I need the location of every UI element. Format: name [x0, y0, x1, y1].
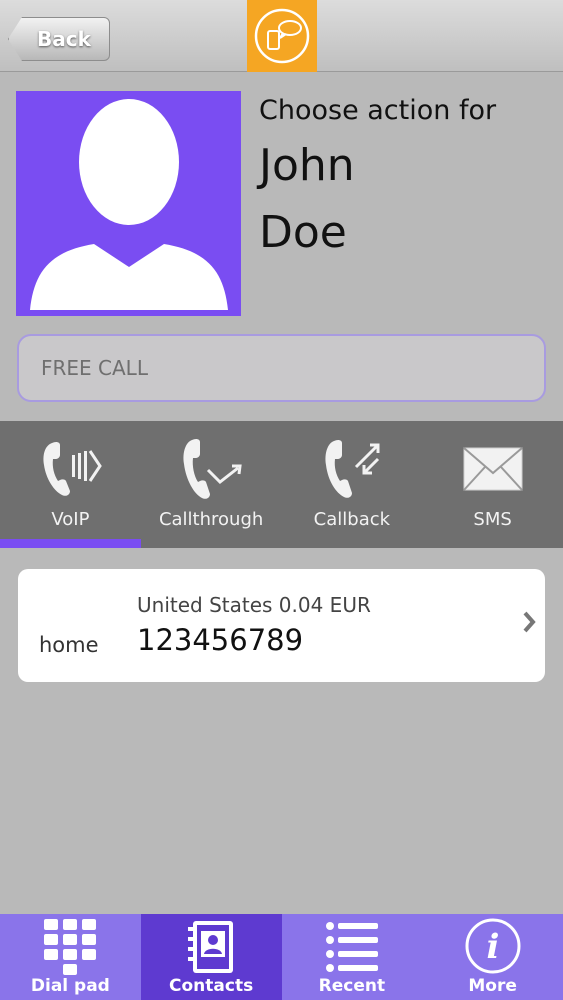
tab-voip[interactable]: VoIP — [0, 421, 141, 548]
call-mode-tabs: VoIP Callthrough Callback SMS — [0, 421, 563, 548]
tab-callback[interactable]: Callback — [282, 421, 423, 548]
call-rate-text: United States 0.04 EUR — [137, 593, 371, 617]
chevron-right-icon — [521, 609, 537, 639]
nav-recent-label: Recent — [318, 976, 386, 996]
number-type-label: home — [39, 633, 99, 657]
top-bar: Back — [0, 0, 563, 72]
envelope-icon — [462, 447, 523, 491]
bottom-navigation: Dial pad Contacts Recent i More — [0, 914, 563, 1000]
info-icon: i — [465, 918, 521, 974]
tab-sms[interactable]: SMS — [422, 421, 563, 548]
tab-callthrough[interactable]: Callthrough — [141, 421, 282, 548]
free-call-label: FREE CALL — [41, 356, 148, 380]
app-logo-icon — [254, 8, 310, 64]
contacts-book-icon — [188, 921, 234, 973]
phone-number-row[interactable]: home United States 0.04 EUR 123456789 — [18, 569, 545, 682]
nav-dial-pad[interactable]: Dial pad — [0, 914, 141, 1000]
svg-text:i: i — [486, 927, 499, 967]
nav-more[interactable]: i More — [422, 914, 563, 1000]
back-button[interactable]: Back — [8, 17, 110, 61]
selected-tab-indicator — [0, 539, 141, 548]
nav-contacts[interactable]: Contacts — [140, 914, 282, 1000]
nav-dial-pad-label: Dial pad — [30, 976, 110, 996]
callback-phone-icon — [325, 439, 380, 498]
nav-recent[interactable]: Recent — [282, 914, 423, 1000]
tab-callthrough-label: Callthrough — [158, 509, 264, 530]
nav-more-label: More — [468, 976, 517, 996]
voip-phone-icon — [43, 441, 103, 496]
phone-number: 123456789 — [137, 623, 304, 657]
app-logo — [247, 0, 317, 72]
tab-callback-label: Callback — [313, 509, 391, 530]
choose-action-heading: Choose action for — [259, 95, 497, 126]
tab-voip-label: VoIP — [51, 509, 90, 530]
callthrough-phone-icon — [183, 438, 242, 499]
back-button-label: Back — [37, 27, 91, 51]
keypad-icon — [44, 919, 97, 975]
nav-contacts-label: Contacts — [169, 976, 254, 996]
contact-first-name: John — [259, 140, 355, 191]
contact-avatar — [16, 91, 241, 316]
contact-last-name: Doe — [259, 207, 347, 258]
free-call-button[interactable]: FREE CALL — [17, 334, 546, 402]
list-icon — [325, 922, 378, 972]
person-silhouette-icon — [30, 99, 228, 310]
tab-sms-label: SMS — [473, 509, 512, 530]
